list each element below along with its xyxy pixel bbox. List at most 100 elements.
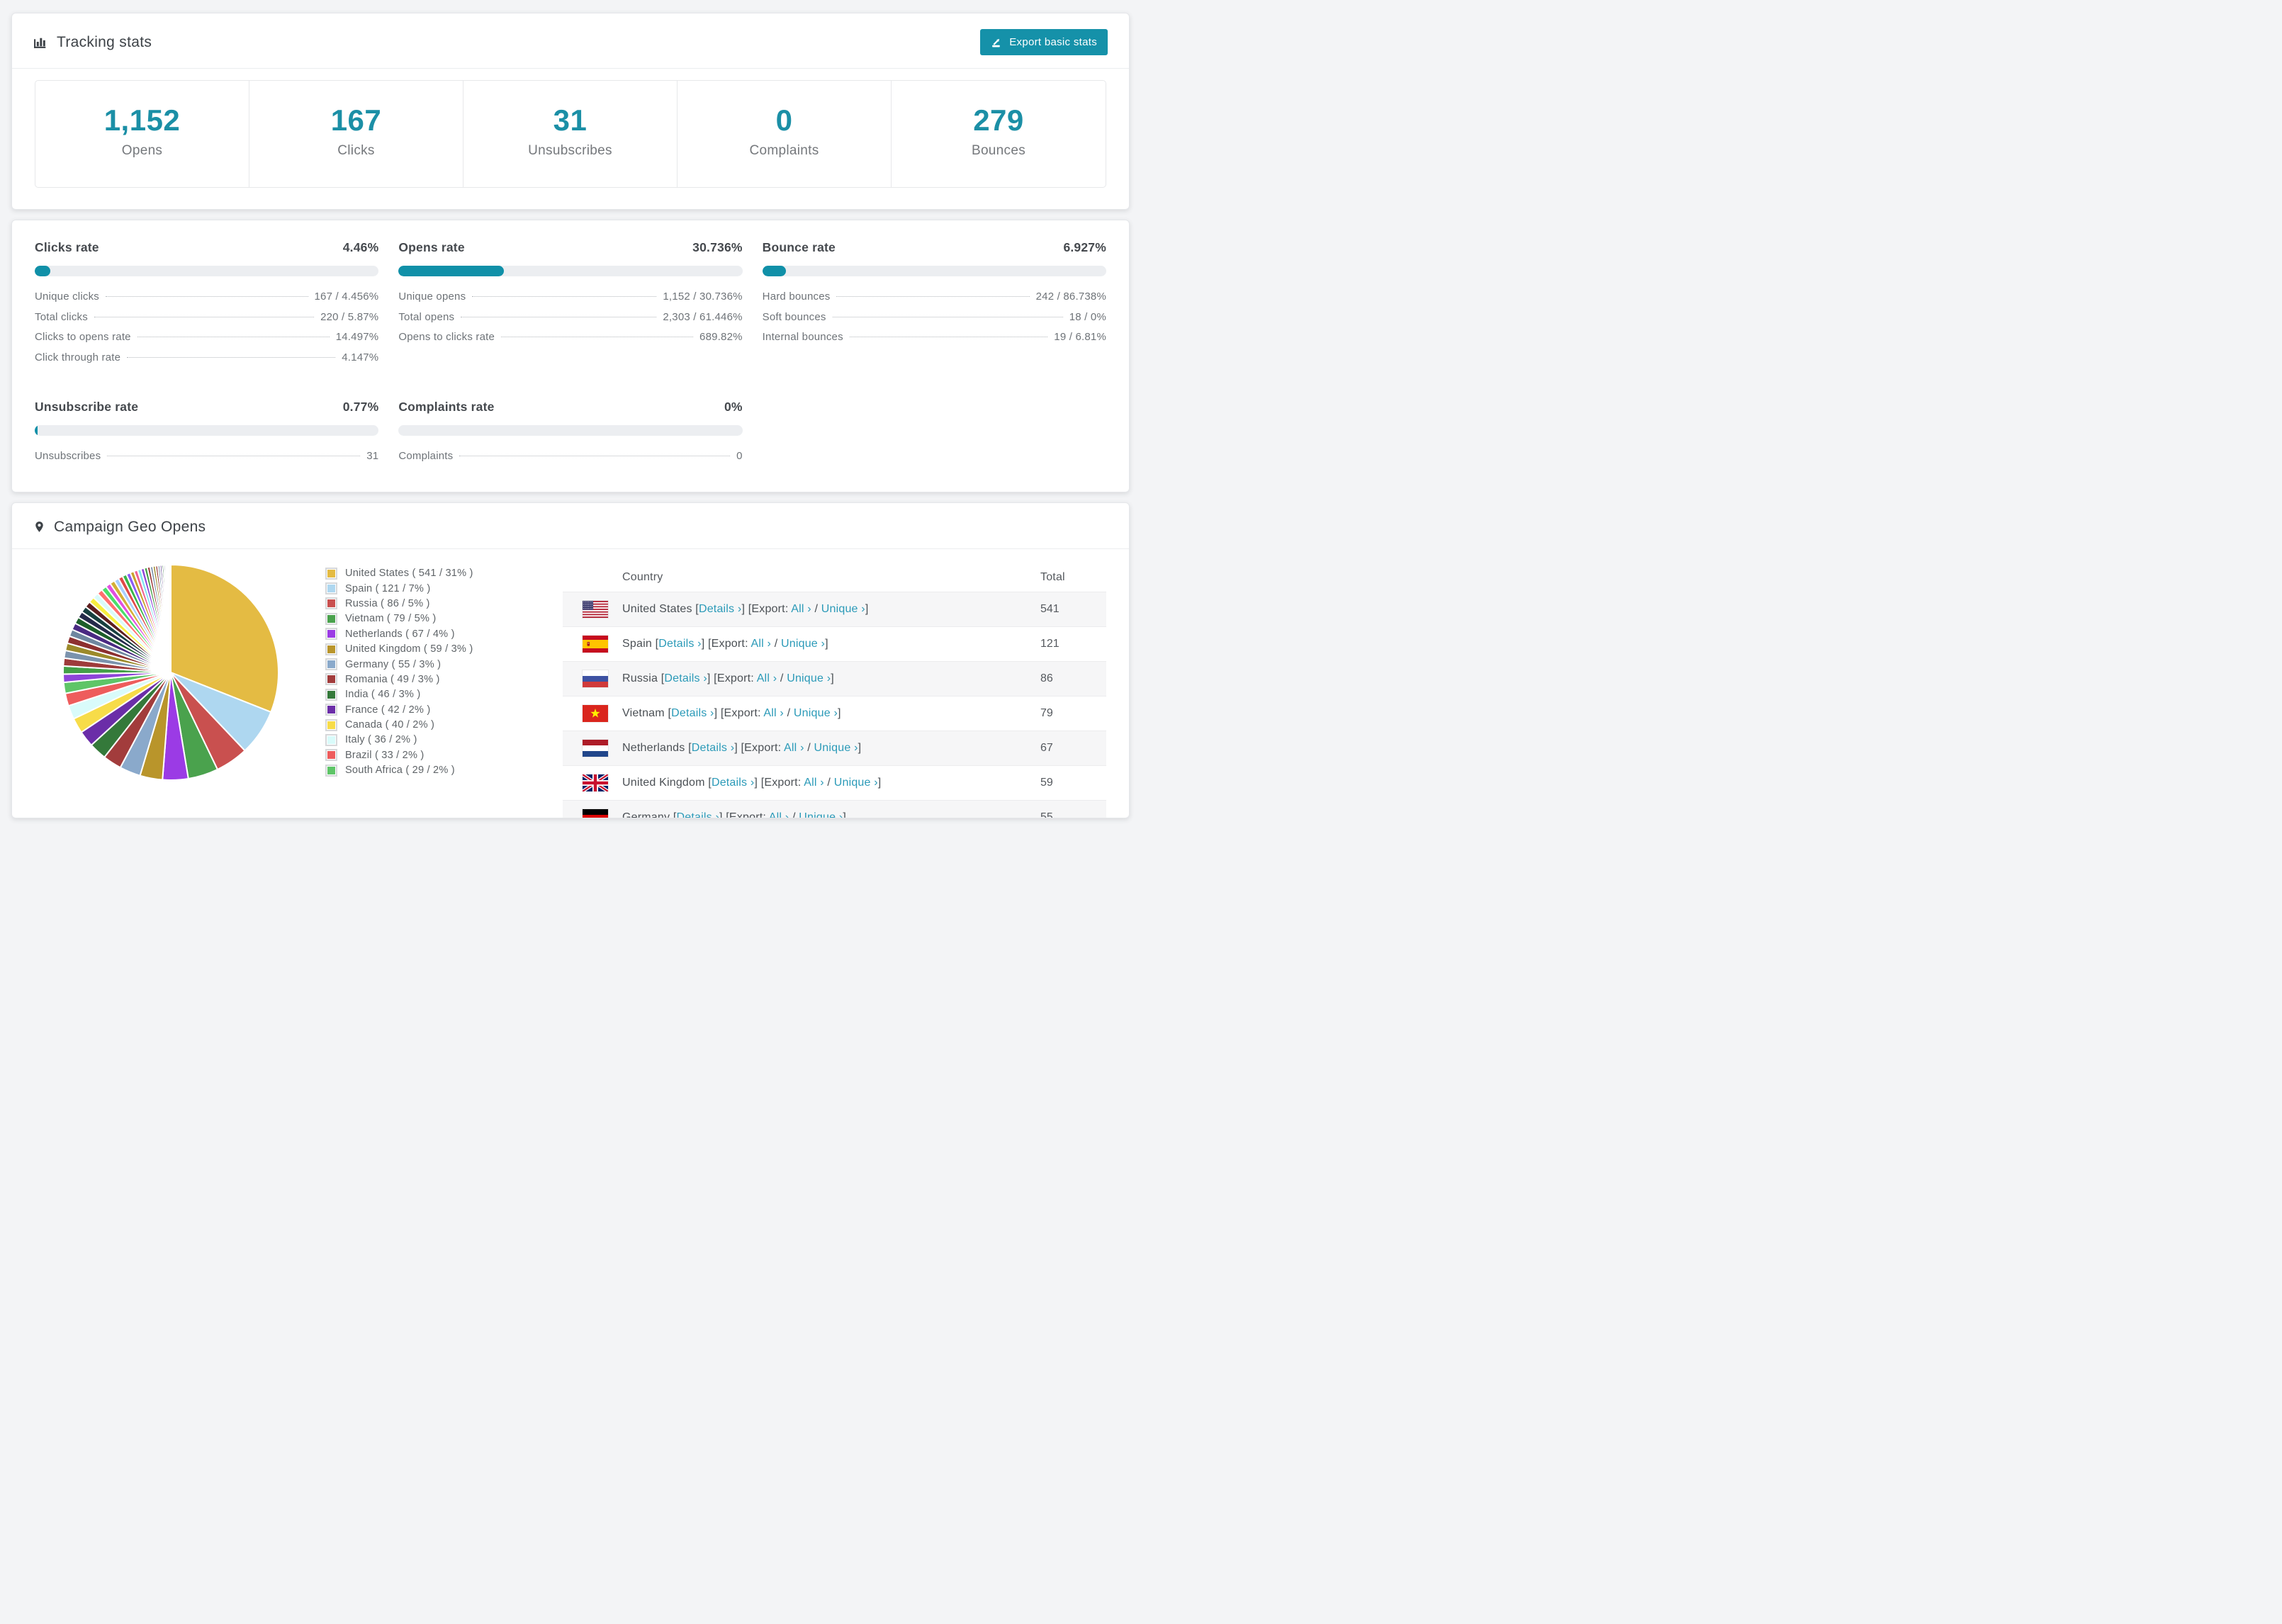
legend-swatch xyxy=(325,718,337,731)
gb-flag-icon xyxy=(583,774,608,791)
legend-swatch xyxy=(325,749,337,762)
geo-table-row-vn: Vietnam [Details ›] [Export: All › / Uni… xyxy=(563,695,1106,731)
legend-item: Russia ( 86 / 5% ) xyxy=(325,596,563,611)
geo-row-text: Russia [Details ›] [Export: All › / Uniq… xyxy=(622,672,1040,685)
legend-label: Vietnam ( 79 / 5% ) xyxy=(345,613,437,625)
rate-block-unsubscribe-rate: Unsubscribe rate 0.77% Unsubscribes 31 xyxy=(35,400,379,470)
rates-grid: Clicks rate 4.46% Unique clicks 167 / 4.456… xyxy=(35,240,1106,470)
legend-label: Russia ( 86 / 5% ) xyxy=(345,597,430,609)
rate-progress-track xyxy=(398,266,743,276)
export-basic-stats-button[interactable]: Export basic stats xyxy=(980,29,1108,55)
summary-stats-row: 1,152 Opens 167 Clicks 31 Unsubscribes 0 Compla… xyxy=(35,80,1106,188)
dotted-leader xyxy=(105,296,308,297)
rate-value: 0% xyxy=(724,400,743,414)
export-all-link[interactable]: All › xyxy=(757,672,777,684)
details-link[interactable]: Details › xyxy=(699,603,741,615)
export-unique-link[interactable]: Unique › xyxy=(799,811,843,818)
export-label: ] [Export: xyxy=(719,811,769,818)
tracking-stats-header: Tracking stats Export basic stats xyxy=(12,13,1129,69)
export-all-link[interactable]: All › xyxy=(791,603,811,615)
link-separator: / xyxy=(811,602,821,615)
rate-detail-row: Opens to clicks rate 689.82% xyxy=(398,331,742,351)
export-button-label: Export basic stats xyxy=(1009,36,1097,48)
link-separator: / xyxy=(824,776,834,789)
details-link[interactable]: Details › xyxy=(692,742,734,754)
rate-progress-track xyxy=(762,266,1106,276)
rate-detail-label: Unique clicks xyxy=(35,291,99,303)
rate-progress-fill xyxy=(398,266,505,276)
rate-detail-value: 19 / 6.81% xyxy=(1054,331,1106,343)
legend-item: South Africa ( 29 / 2% ) xyxy=(325,763,563,778)
close-bracket: ] xyxy=(858,741,862,754)
geo-row-total: 121 xyxy=(1040,637,1060,650)
legend-label: United States ( 541 / 31% ) xyxy=(345,568,473,580)
rate-detail-row: Clicks to opens rate 14.497% xyxy=(35,331,378,351)
legend-item: Canada ( 40 / 2% ) xyxy=(325,717,563,732)
export-all-link[interactable]: All › xyxy=(804,777,824,789)
export-unique-link[interactable]: Unique › xyxy=(794,707,838,719)
rate-progress-track xyxy=(35,266,379,276)
legend-swatch xyxy=(325,612,337,625)
rates-card: Clicks rate 4.46% Unique clicks 167 / 4.456… xyxy=(11,220,1130,492)
geo-table-row-de: Germany [Details ›] [Export: All › / Uni… xyxy=(563,799,1106,818)
rate-detail-value: 0 xyxy=(736,450,743,462)
rate-detail-label: Total opens xyxy=(398,310,455,323)
rate-detail-value: 31 xyxy=(366,450,379,462)
geo-row-text: Germany [Details ›] [Export: All › / Uni… xyxy=(622,811,1040,818)
rate-detail-row: Complaints 0 xyxy=(398,450,742,470)
close-bracket: ] xyxy=(831,672,834,684)
export-all-link[interactable]: All › xyxy=(769,811,789,818)
legend-swatch xyxy=(325,628,337,641)
legend-item: Germany ( 55 / 3% ) xyxy=(325,657,563,672)
export-unique-link[interactable]: Unique › xyxy=(821,603,865,615)
summary-stat-value: 1,152 xyxy=(103,103,181,137)
summary-stat-label: Complaints xyxy=(749,143,819,158)
geo-table-country-header: Country xyxy=(622,570,663,583)
rate-detail-value: 4.147% xyxy=(342,351,379,363)
export-unique-link[interactable]: Unique › xyxy=(781,638,825,650)
summary-stat-value: 167 xyxy=(330,103,382,137)
tracking-stats-title-text: Tracking stats xyxy=(57,33,152,50)
details-link[interactable]: Details › xyxy=(671,707,714,719)
details-link[interactable]: Details › xyxy=(677,811,719,818)
legend-item: United Kingdom ( 59 / 3% ) xyxy=(325,641,563,656)
legend-label: United Kingdom ( 59 / 3% ) xyxy=(345,643,473,655)
close-bracket: ] xyxy=(843,811,847,818)
geo-country-name: Netherlands [ xyxy=(622,741,692,754)
rate-detail-label: Hard bounces xyxy=(762,291,831,303)
export-unique-link[interactable]: Unique › xyxy=(787,672,831,684)
summary-stat-label: Bounces xyxy=(971,143,1026,158)
dotted-leader xyxy=(472,296,657,297)
legend-label: Canada ( 40 / 2% ) xyxy=(345,719,435,731)
geo-row-total: 55 xyxy=(1040,811,1053,818)
export-unique-link[interactable]: Unique › xyxy=(814,742,858,754)
rate-detail-row: Internal bounces 19 / 6.81% xyxy=(763,331,1106,351)
details-link[interactable]: Details › xyxy=(658,638,701,650)
rate-detail-label: Unsubscribes xyxy=(35,450,101,462)
geo-opens-title-text: Campaign Geo Opens xyxy=(54,518,206,535)
summary-stat-value: 0 xyxy=(775,103,793,137)
export-unique-link[interactable]: Unique › xyxy=(834,777,878,789)
geo-table-header-row: Country Total xyxy=(563,563,1106,592)
geo-country-name: United States [ xyxy=(622,602,699,615)
rate-detail-label: Soft bounces xyxy=(762,310,826,323)
legend-label: India ( 46 / 3% ) xyxy=(345,689,421,701)
geo-row-text: United States [Details ›] [Export: All ›… xyxy=(622,603,1040,616)
legend-label: Romania ( 49 / 3% ) xyxy=(345,673,440,685)
export-all-link[interactable]: All › xyxy=(784,742,804,754)
geo-table-row-nl: Netherlands [Details ›] [Export: All › /… xyxy=(563,730,1106,765)
details-link[interactable]: Details › xyxy=(712,777,754,789)
rate-detail-label: Total clicks xyxy=(35,310,88,323)
legend-swatch xyxy=(325,673,337,686)
export-all-link[interactable]: All › xyxy=(751,638,772,650)
geo-country-name: Russia [ xyxy=(622,672,665,684)
legend-swatch xyxy=(325,643,337,655)
rate-progress-fill xyxy=(35,425,38,436)
details-link[interactable]: Details › xyxy=(664,672,707,684)
geo-opens-title: Campaign Geo Opens xyxy=(33,519,206,536)
summary-stat-label: Opens xyxy=(121,143,163,158)
geo-pie-legend: United States ( 541 / 31% ) Spain ( 121 /… xyxy=(325,549,563,778)
export-all-link[interactable]: All › xyxy=(763,707,784,719)
tracking-stats-card: Tracking stats Export basic stats 1,152 O… xyxy=(11,13,1130,210)
export-label: ] [Export: xyxy=(714,706,764,719)
